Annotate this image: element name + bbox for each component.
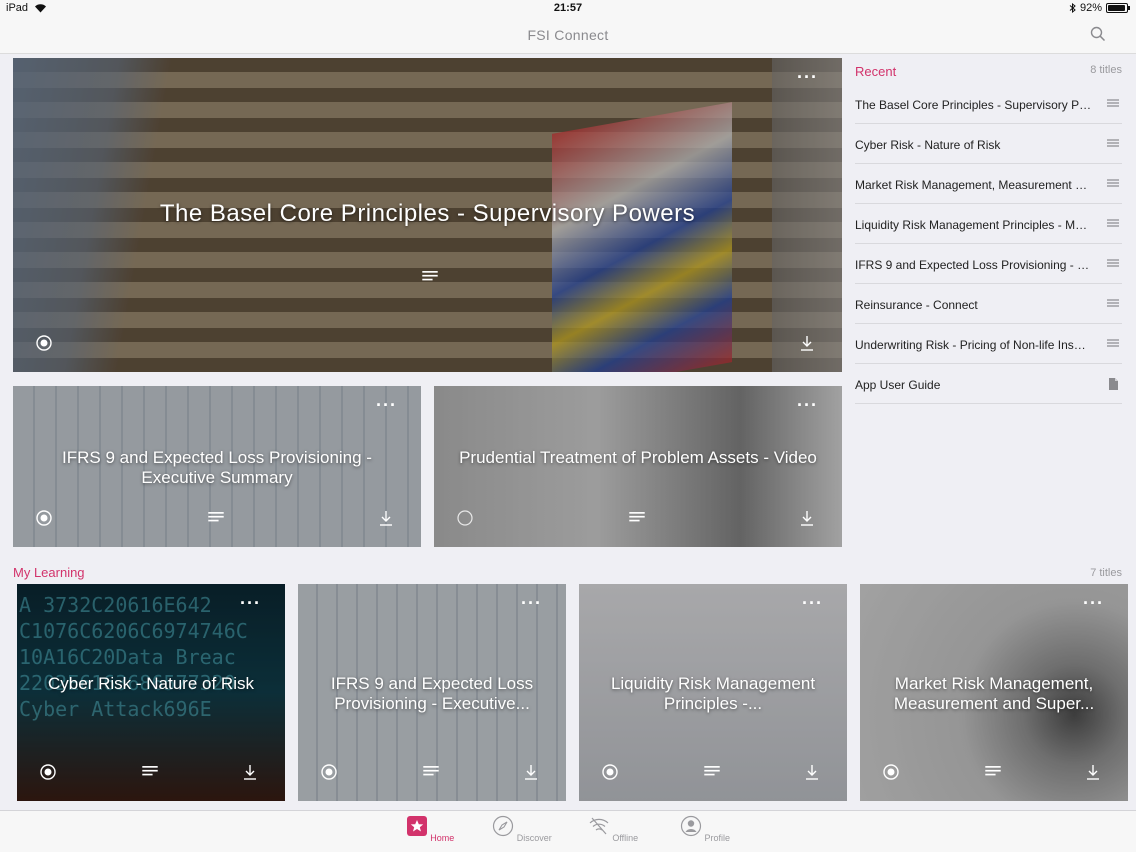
tab-label: Home <box>430 833 455 843</box>
star-icon <box>406 816 427 836</box>
compass-icon <box>493 815 514 837</box>
text-lines-icon[interactable] <box>422 763 440 781</box>
tab-label: Offline <box>612 833 639 843</box>
text-lines-icon[interactable] <box>421 268 439 286</box>
recent-item-title: Underwriting Risk - Pricing of Non-life … <box>855 338 1092 352</box>
text-lines-icon[interactable] <box>1106 217 1120 231</box>
text-lines-icon[interactable] <box>1106 257 1120 271</box>
download-icon[interactable] <box>798 334 816 352</box>
recent-item-title: The Basel Core Principles - Supervisory … <box>855 98 1092 112</box>
tab-discover[interactable]: Discover <box>492 815 552 843</box>
hero-card[interactable]: The Basel Core Principles - Supervisory … <box>13 58 842 372</box>
person-icon <box>680 815 702 837</box>
battery-icon <box>1106 3 1130 13</box>
learning-card[interactable]: Liquidity Risk Management Principles -..… <box>579 584 847 801</box>
more-options-icon[interactable]: ··· <box>1083 594 1104 612</box>
recent-item[interactable]: Cyber Risk - Nature of Risk <box>855 124 1122 164</box>
my-learning-count: 7 titles <box>1090 567 1122 579</box>
learning-title: Liquidity Risk Management Principles -..… <box>610 674 816 713</box>
my-learning-heading: My Learning <box>13 565 85 580</box>
recent-item-title: Liquidity Risk Management Principles - M… <box>855 218 1092 232</box>
recent-item-title: IFRS 9 and Expected Loss Provisioning - … <box>855 258 1092 272</box>
learning-card[interactable]: A 3732C20616E642 C1076C6206C6974746C 10A16… <box>17 584 285 801</box>
recent-panel: Recent 8 titles The Basel Core Principle… <box>855 58 1122 404</box>
download-icon[interactable] <box>1084 763 1102 781</box>
learning-title: IFRS 9 and Expected Loss Provisioning - … <box>330 674 534 713</box>
text-lines-icon[interactable] <box>703 763 721 781</box>
search-icon[interactable] <box>1090 26 1106 42</box>
tab-label: Profile <box>704 833 731 843</box>
text-lines-icon[interactable] <box>984 763 1002 781</box>
progress-radio-icon[interactable] <box>601 763 619 781</box>
recent-count: 8 titles <box>1090 64 1122 76</box>
download-icon[interactable] <box>803 763 821 781</box>
document-icon[interactable] <box>1106 377 1120 391</box>
clock: 21:57 <box>553 2 583 14</box>
text-lines-icon[interactable] <box>1106 97 1120 111</box>
tab-profile[interactable]: Profile <box>675 815 735 843</box>
more-options-icon[interactable]: ··· <box>521 594 542 612</box>
recent-item-title: Reinsurance - Connect <box>855 298 978 312</box>
tab-home[interactable]: Home <box>400 815 460 843</box>
progress-radio-icon[interactable] <box>882 763 900 781</box>
recent-item[interactable]: Underwriting Risk - Pricing of Non-life … <box>855 324 1122 364</box>
featured-card[interactable]: IFRS 9 and Expected Loss Provisioning - … <box>13 386 421 547</box>
more-options-icon[interactable]: ··· <box>376 396 397 414</box>
battery-percent: 92% <box>1079 2 1102 14</box>
text-lines-icon[interactable] <box>1106 177 1120 191</box>
progress-radio-icon[interactable] <box>39 763 57 781</box>
progress-radio-icon[interactable] <box>35 509 53 527</box>
recent-heading: Recent <box>855 64 897 79</box>
text-lines-icon[interactable] <box>1106 337 1120 351</box>
more-options-icon[interactable]: ··· <box>802 594 823 612</box>
status-bar: iPad 21:57 92% <box>0 0 1136 18</box>
recent-item[interactable]: Reinsurance - Connect <box>855 284 1122 324</box>
download-icon[interactable] <box>798 509 816 527</box>
progress-radio-icon[interactable] <box>456 509 474 527</box>
nav-bar: FSI Connect <box>0 18 1136 54</box>
text-lines-icon[interactable] <box>207 509 225 527</box>
text-lines-icon[interactable] <box>1106 297 1120 311</box>
my-learning-header: My Learning 7 titles <box>13 563 1122 581</box>
app-title: FSI Connect <box>527 27 609 43</box>
text-lines-icon[interactable] <box>1106 137 1120 151</box>
featured-title: IFRS 9 and Expected Loss Provisioning - … <box>62 448 372 487</box>
download-icon[interactable] <box>522 763 540 781</box>
text-lines-icon[interactable] <box>628 509 646 527</box>
bluetooth-icon <box>1069 3 1076 13</box>
text-lines-icon[interactable] <box>141 763 159 781</box>
recent-item[interactable]: IFRS 9 and Expected Loss Provisioning - … <box>855 244 1122 284</box>
tab-label: Discover <box>516 833 552 843</box>
download-icon[interactable] <box>377 509 395 527</box>
more-options-icon[interactable]: ··· <box>797 68 818 86</box>
download-icon[interactable] <box>241 763 259 781</box>
featured-card[interactable]: Prudential Treatment of Problem Assets -… <box>434 386 842 547</box>
learning-card[interactable]: IFRS 9 and Expected Loss Provisioning - … <box>298 584 566 801</box>
featured-title: Prudential Treatment of Problem Assets -… <box>459 448 817 467</box>
more-options-icon[interactable]: ··· <box>240 594 261 612</box>
more-options-icon[interactable]: ··· <box>797 396 818 414</box>
recent-item[interactable]: Market Risk Management, Measurement and … <box>855 164 1122 204</box>
learning-title: Market Risk Management, Measurement and … <box>893 674 1095 713</box>
wifi-off-icon <box>589 817 609 835</box>
tab-offline[interactable]: Offline <box>583 815 643 843</box>
hero-title: The Basel Core Principles - Supervisory … <box>159 200 696 227</box>
progress-radio-icon[interactable] <box>35 334 53 352</box>
recent-item[interactable]: Liquidity Risk Management Principles - M… <box>855 204 1122 244</box>
learning-card[interactable]: Market Risk Management, Measurement and … <box>860 584 1128 801</box>
progress-radio-icon[interactable] <box>320 763 338 781</box>
recent-item-title: Market Risk Management, Measurement and … <box>855 178 1092 192</box>
recent-item-title: App User Guide <box>855 378 941 392</box>
recent-item-title: Cyber Risk - Nature of Risk <box>855 138 1001 152</box>
tab-bar: Home Discover Offline Profile <box>0 810 1136 852</box>
recent-item[interactable]: The Basel Core Principles - Supervisory … <box>855 84 1122 124</box>
recent-item[interactable]: App User Guide <box>855 364 1122 404</box>
learning-title: Cyber Risk - Nature of Risk <box>48 674 254 693</box>
